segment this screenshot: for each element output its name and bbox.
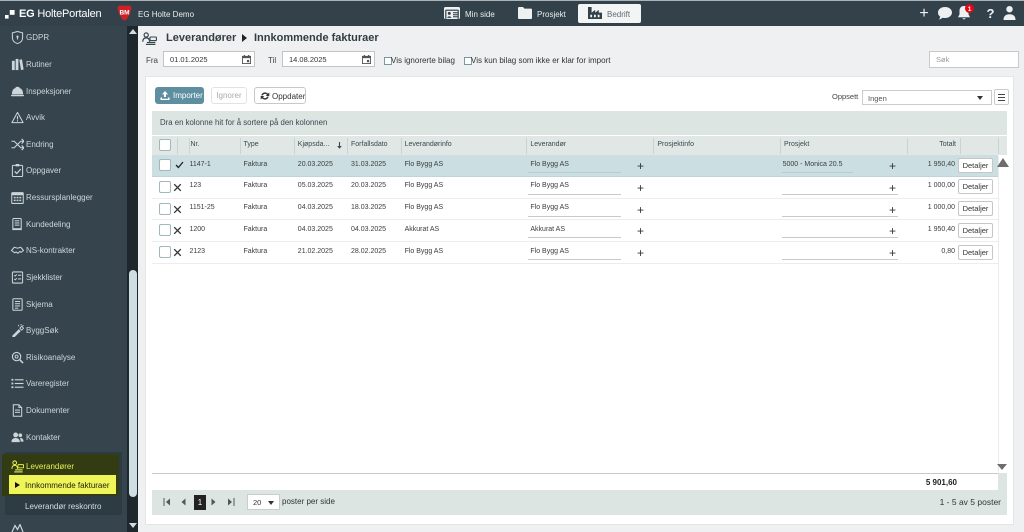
svg-text:BM: BM bbox=[119, 10, 129, 17]
